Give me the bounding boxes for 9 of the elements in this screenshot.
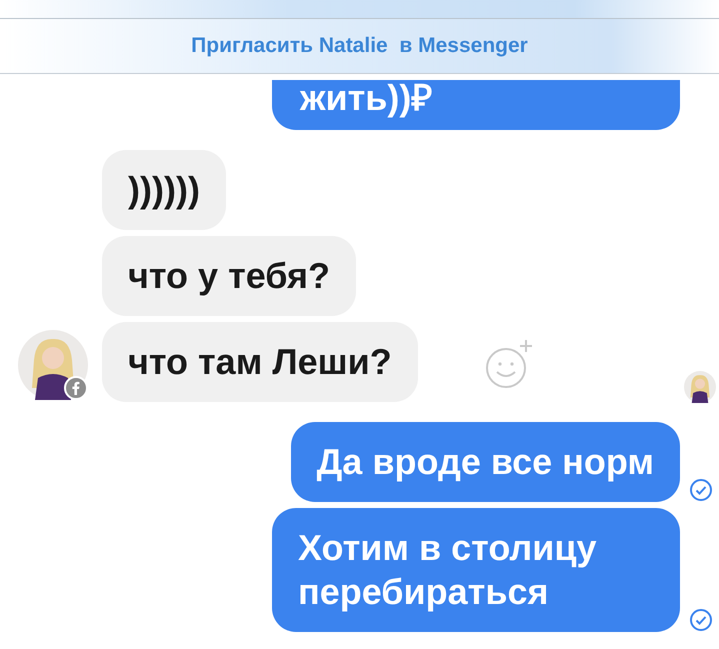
message-bubble: Хотим в столицу перебираться	[272, 508, 680, 632]
messenger-badge-icon	[64, 376, 88, 400]
message-bubble: Да вроде все норм	[290, 422, 680, 502]
message-bubble: ))))))	[102, 150, 226, 230]
message-bubble: что у тебя?	[102, 236, 356, 316]
invite-banner[interactable]: Пригласить Natalie в Messenger	[0, 19, 719, 74]
message-bubble: жить))₽	[272, 80, 680, 130]
message-bubble: что там Леши?	[102, 322, 418, 402]
invite-text[interactable]: Пригласить Natalie в Messenger	[191, 34, 528, 58]
